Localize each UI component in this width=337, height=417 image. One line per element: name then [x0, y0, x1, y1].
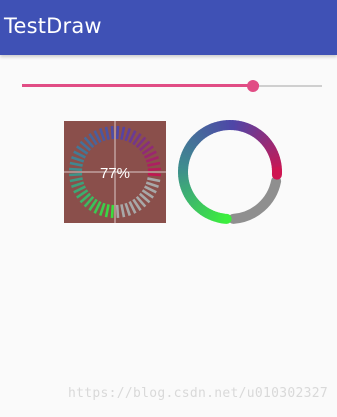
ring-gauge: [178, 120, 283, 224]
ring-gauge-remaining: [228, 176, 282, 224]
app-bar: TestDraw: [0, 0, 337, 55]
gauge-tick: [110, 204, 115, 218]
app-title: TestDraw: [4, 14, 102, 38]
gauge-percent-label: 77%: [100, 165, 130, 182]
slider-thumb[interactable]: [247, 80, 259, 92]
gauge-tick: [115, 204, 120, 218]
gauge-tick: [115, 126, 120, 140]
segmented-gauge: 77%: [64, 121, 166, 223]
gauge-tick: [147, 172, 161, 177]
gauge-tick: [69, 167, 83, 172]
gauge-tick: [147, 167, 161, 172]
gauge-tick: [110, 126, 115, 140]
slider-track-fill: [22, 84, 259, 87]
gauge-tick: [69, 172, 83, 177]
progress-slider[interactable]: [22, 76, 322, 96]
ring-gauge-arc: [178, 120, 283, 224]
watermark: https://blog.csdn.net/u010302327: [67, 386, 328, 401]
